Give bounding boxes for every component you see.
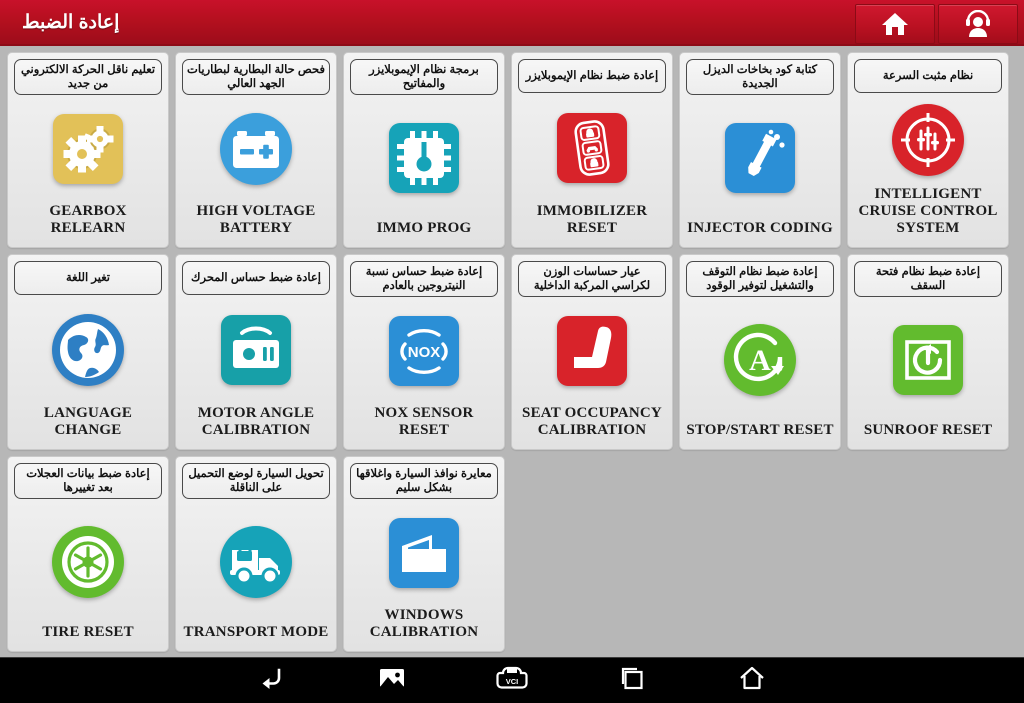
function-tile[interactable]: معايرة نوافذ السيارة واغلاقها بشكل سليم … bbox=[343, 456, 505, 652]
function-tile[interactable]: تحويل السيارة لوضع التحميل على الناقلة T… bbox=[175, 456, 337, 652]
tile-arabic-label: تعليم ناقل الحركة الالكتروني من جديد bbox=[14, 59, 162, 95]
system-navbar: VCI bbox=[0, 657, 1024, 703]
back-arrow-icon bbox=[257, 665, 287, 696]
function-tile[interactable]: إعادة ضبط نظام التوقف والتشغيل لتوفير ال… bbox=[679, 254, 841, 450]
car-seat-icon bbox=[512, 297, 672, 405]
vci-button[interactable]: VCI bbox=[452, 658, 572, 703]
function-grid: تعليم ناقل الحركة الالكتروني من جديد GEA… bbox=[0, 46, 1024, 658]
gears-icon bbox=[8, 95, 168, 203]
tile-english-label: SUNROOF RESET bbox=[863, 422, 993, 438]
motor-sensor-icon bbox=[176, 295, 336, 405]
tile-english-label: TIRE RESET bbox=[42, 624, 134, 640]
nox-icon: NOX bbox=[344, 297, 504, 405]
tile-arabic-label: برمجة نظام الإيموبلايزر والمفاتيح bbox=[350, 59, 498, 95]
home-outline-icon bbox=[737, 665, 767, 696]
tile-english-label: TRANSPORT MODE bbox=[183, 624, 329, 640]
function-tile[interactable]: إعادة ضبط حساس نسبة النيتروجين بالعادم N… bbox=[343, 254, 505, 450]
function-tile[interactable]: إعادة ضبط حساس المحرك MOTOR ANGLE CALIBR… bbox=[175, 254, 337, 450]
tile-arabic-label: معايرة نوافذ السيارة واغلاقها بشكل سليم bbox=[350, 463, 498, 499]
header-actions bbox=[855, 4, 1018, 44]
function-tile[interactable]: تغير اللغة LANGUAGE CHANGE bbox=[7, 254, 169, 450]
tile-english-label: INTELLIGENT CRUISE CONTROL SYSTEM bbox=[858, 186, 998, 236]
tile-english-label: SEAT OCCUPANCY CALIBRATION bbox=[522, 405, 662, 438]
svg-text:NOX: NOX bbox=[408, 344, 441, 361]
key-fob-icon bbox=[512, 93, 672, 203]
function-tile[interactable]: كتابة كود بخاخات الديزل الجديدة INJECTOR… bbox=[679, 52, 841, 248]
tile-english-label: LANGUAGE CHANGE bbox=[43, 405, 133, 438]
tile-english-label: INJECTOR CODING bbox=[687, 220, 833, 236]
function-tile[interactable]: إعادة ضبط نظام فتحة السقف SUNROOF RESET bbox=[847, 254, 1009, 450]
page-title: إعادة الضبط bbox=[22, 11, 120, 33]
tile-arabic-label: نظام مثبت السرعة bbox=[854, 59, 1002, 93]
screenshot-button[interactable] bbox=[332, 658, 452, 703]
tile-arabic-label: عيار حساسات الوزن لكراسي المركبة الداخلي… bbox=[518, 261, 666, 297]
image-icon bbox=[377, 665, 407, 696]
tile-english-label: GEARBOX RELEARN bbox=[49, 203, 127, 236]
home-icon bbox=[880, 10, 910, 38]
injector-icon bbox=[680, 95, 840, 220]
globe-icon bbox=[8, 295, 168, 405]
tile-arabic-label: تحويل السيارة لوضع التحميل على الناقلة bbox=[182, 463, 330, 499]
auto-start-stop-icon: A bbox=[680, 297, 840, 422]
tile-english-label: NOX SENSOR RESET bbox=[374, 405, 474, 438]
tile-arabic-label: إعادة ضبط نظام التوقف والتشغيل لتوفير ال… bbox=[686, 261, 834, 297]
home-nav-button[interactable] bbox=[692, 658, 812, 703]
tile-arabic-label: فحص حالة البطارية لبطاريات الجهد العالي bbox=[182, 59, 330, 95]
car-door-window-icon bbox=[344, 499, 504, 607]
sunroof-icon bbox=[848, 297, 1008, 422]
truck-icon bbox=[176, 499, 336, 624]
function-tile[interactable]: تعليم ناقل الحركة الالكتروني من جديد GEA… bbox=[7, 52, 169, 248]
cruise-control-icon bbox=[848, 93, 1008, 186]
svg-text:A: A bbox=[749, 344, 771, 377]
tile-english-label: MOTOR ANGLE CALIBRATION bbox=[197, 405, 315, 438]
recent-apps-button[interactable] bbox=[572, 658, 692, 703]
function-tile[interactable]: فحص حالة البطارية لبطاريات الجهد العالي … bbox=[175, 52, 337, 248]
tile-arabic-label: إعادة ضبط نظام الإيموبلايزر bbox=[518, 59, 666, 93]
app-header: إعادة الضبط bbox=[0, 0, 1024, 46]
battery-icon bbox=[176, 95, 336, 203]
tile-arabic-label: إعادة ضبط بيانات العجلات بعد تغييرها bbox=[14, 463, 162, 499]
tile-english-label: STOP/START RESET bbox=[686, 422, 834, 438]
back-button[interactable] bbox=[212, 658, 332, 703]
svg-text:VCI: VCI bbox=[506, 677, 519, 686]
chip-key-icon bbox=[344, 95, 504, 220]
tile-english-label: HIGH VOLTAGE BATTERY bbox=[196, 203, 316, 236]
recent-apps-icon bbox=[617, 665, 647, 696]
vci-connector-icon: VCI bbox=[495, 665, 529, 696]
tile-arabic-label: إعادة ضبط حساس نسبة النيتروجين بالعادم bbox=[350, 261, 498, 297]
function-tile[interactable]: إعادة ضبط نظام الإيموبلايزر IMMOBILIZER … bbox=[511, 52, 673, 248]
function-tile[interactable]: إعادة ضبط بيانات العجلات بعد تغييرها TIR… bbox=[7, 456, 169, 652]
function-tile[interactable]: نظام مثبت السرعة INTELLIGENT CRUISE CONT… bbox=[847, 52, 1009, 248]
tile-arabic-label: كتابة كود بخاخات الديزل الجديدة bbox=[686, 59, 834, 95]
tile-arabic-label: إعادة ضبط نظام فتحة السقف bbox=[854, 261, 1002, 297]
headset-user-icon bbox=[963, 10, 993, 38]
tile-arabic-label: إعادة ضبط حساس المحرك bbox=[182, 261, 330, 295]
reset-functions-screen: إعادة الضبط تعليم ناقل الحركة الالكتروني… bbox=[0, 0, 1024, 703]
tile-arabic-label: تغير اللغة bbox=[14, 261, 162, 295]
support-button[interactable] bbox=[938, 4, 1018, 44]
tire-icon bbox=[8, 499, 168, 624]
function-tile[interactable]: برمجة نظام الإيموبلايزر والمفاتيح IMMO P… bbox=[343, 52, 505, 248]
tile-english-label: IMMO PROG bbox=[376, 220, 472, 236]
function-tile[interactable]: عيار حساسات الوزن لكراسي المركبة الداخلي… bbox=[511, 254, 673, 450]
home-button[interactable] bbox=[855, 4, 935, 44]
tile-english-label: WINDOWS CALIBRATION bbox=[369, 607, 479, 640]
tile-english-label: IMMOBILIZER RESET bbox=[536, 203, 648, 236]
